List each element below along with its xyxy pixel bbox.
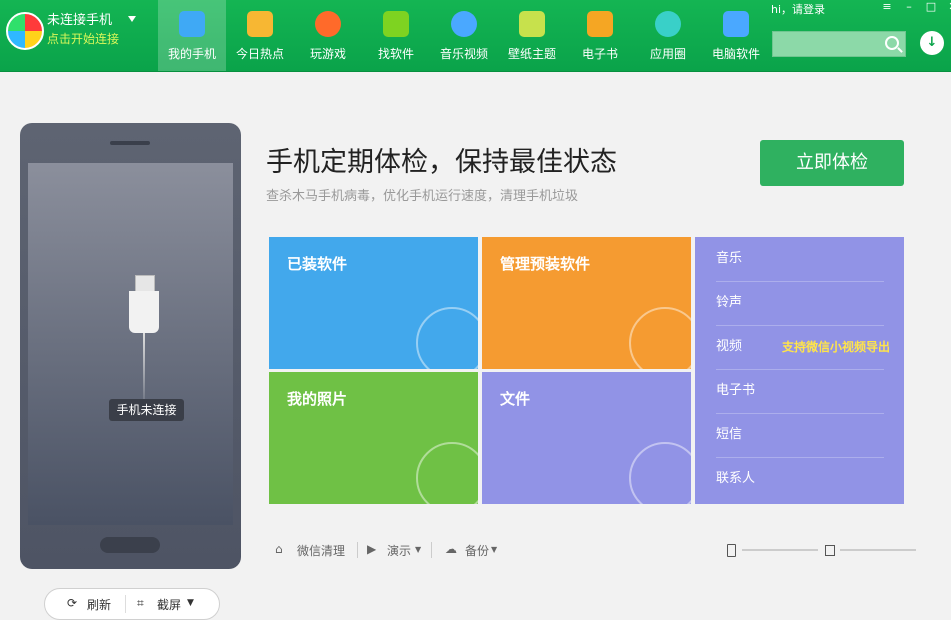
backup-button[interactable]: 备份	[465, 542, 489, 559]
phone-storage-bar	[742, 549, 818, 551]
media-item-contacts[interactable]: 联系人	[716, 457, 884, 501]
check-now-button[interactable]: 立即体检	[760, 140, 904, 186]
main-nav: 我的手机 今日热点 玩游戏 找软件 音乐视频 壁纸主题 电子书 应用圈 电脑软件	[158, 0, 770, 71]
book-icon	[587, 11, 613, 37]
divider	[431, 542, 432, 558]
nav-label: 我的手机	[167, 47, 216, 61]
media-item-ringtone[interactable]: 铃声	[716, 281, 884, 326]
app-logo	[6, 12, 44, 50]
nav-label: 应用圈	[649, 47, 686, 61]
phone-icon	[179, 11, 205, 37]
tile-label: 已装软件	[287, 255, 348, 273]
divider	[357, 542, 358, 558]
tile-label: 我的照片	[287, 390, 348, 408]
top-header: 未连接手机 点击开始连接 我的手机 今日热点 玩游戏 找软件 音乐视频 壁纸主题	[0, 0, 951, 72]
login-link[interactable]: hi，请登录	[771, 1, 825, 17]
nav-label: 电脑软件	[711, 47, 760, 61]
divider	[125, 595, 126, 613]
minimize-icon[interactable]: –	[902, 0, 916, 14]
chevron-down-icon[interactable]: ▼	[187, 598, 194, 608]
connect-link[interactable]: 点击开始连接	[47, 30, 119, 48]
nav-app-circle[interactable]: 应用圈	[634, 0, 702, 71]
nav-games[interactable]: 玩游戏	[294, 0, 362, 71]
media-list-tile: 音乐 铃声 视频 支持微信小视频导出 电子书 短信 联系人	[695, 237, 904, 504]
usb-body	[129, 291, 159, 333]
phone-preview: 手机未连接	[20, 123, 241, 569]
star-icon	[247, 11, 273, 37]
nav-ebook[interactable]: 电子书	[566, 0, 634, 71]
media-item-ebook[interactable]: 电子书	[716, 369, 884, 414]
chevron-down-icon[interactable]: ▼	[491, 545, 497, 554]
device-status-label: 未连接手机	[47, 13, 113, 28]
broom-icon[interactable]: ⌂	[275, 542, 283, 556]
nav-hot-today[interactable]: 今日热点	[226, 0, 294, 71]
nav-label: 壁纸主题	[507, 47, 556, 61]
wrench-icon	[629, 307, 691, 369]
tile-installed-apps[interactable]: 已装软件	[269, 237, 478, 369]
apps-grid-icon	[416, 307, 478, 369]
tile-files[interactable]: 文件	[482, 372, 691, 504]
photo-icon	[416, 442, 478, 504]
chevron-down-icon[interactable]	[128, 16, 136, 22]
crop-icon[interactable]: ⌗	[137, 596, 144, 611]
circle-icon	[655, 11, 681, 37]
tile-label: 管理预装软件	[500, 255, 591, 273]
refresh-button[interactable]: 刷新	[87, 596, 111, 613]
wechat-clean-button[interactable]: 微信清理	[297, 542, 345, 559]
tile-my-photos[interactable]: 我的照片	[269, 372, 478, 504]
nav-music-video[interactable]: 音乐视频	[430, 0, 498, 71]
demo-button[interactable]: 演示	[387, 542, 411, 559]
usb-icon	[127, 275, 161, 413]
nav-label: 找软件	[377, 47, 414, 61]
nav-find-software[interactable]: 找软件	[362, 0, 430, 71]
gamepad-icon	[315, 11, 341, 37]
sd-card-icon	[825, 545, 835, 556]
phone-storage-icon	[727, 544, 736, 557]
media-item-sms[interactable]: 短信	[716, 413, 884, 458]
nav-wallpaper[interactable]: 壁纸主题	[498, 0, 566, 71]
search-icon[interactable]	[885, 36, 899, 50]
nav-label: 今日热点	[235, 47, 284, 61]
nav-my-phone[interactable]: 我的手机	[158, 0, 226, 71]
maximize-icon[interactable]: □	[924, 0, 938, 14]
tile-preinstalled-apps[interactable]: 管理预装软件	[482, 237, 691, 369]
download-button[interactable]: ↓	[920, 31, 944, 55]
page-title: 手机定期体检，保持最佳状态	[266, 147, 617, 178]
page-subtitle: 查杀木马手机病毒，优化手机运行速度，清理手机垃圾	[266, 189, 579, 204]
phone-screen: 手机未连接	[28, 163, 233, 525]
phone-actions: ⟳ 刷新 ⌗ 截屏 ▼	[44, 588, 220, 620]
play-icon	[451, 11, 477, 37]
menu-icon[interactable]: ≡	[880, 0, 894, 14]
device-status[interactable]: 未连接手机 点击开始连接	[47, 12, 119, 48]
tile-label: 文件	[500, 390, 531, 408]
media-item-music[interactable]: 音乐	[716, 237, 884, 282]
phone-status-badge: 手机未连接	[109, 399, 184, 421]
wallpaper-icon	[519, 11, 545, 37]
window-controls: ≡ – □ ✕	[880, 0, 951, 14]
close-icon[interactable]: ✕	[946, 0, 951, 14]
nav-label: 电子书	[581, 47, 618, 61]
media-item-video[interactable]: 视频 支持微信小视频导出	[716, 325, 890, 370]
phone-speaker	[110, 141, 150, 145]
monitor-icon	[723, 11, 749, 37]
nav-label: 玩游戏	[309, 47, 346, 61]
folder-icon	[629, 442, 691, 504]
nav-pc-software[interactable]: 电脑软件	[702, 0, 770, 71]
play-icon[interactable]: ▶	[367, 542, 376, 556]
refresh-icon[interactable]: ⟳	[67, 596, 77, 610]
cloud-icon[interactable]: ☁	[445, 542, 457, 556]
chevron-down-icon[interactable]: ▼	[415, 545, 421, 554]
video-export-hint[interactable]: 支持微信小视频导出	[782, 325, 890, 369]
sd-storage-bar	[840, 549, 916, 551]
media-item-label: 视频	[716, 339, 743, 354]
search-input[interactable]	[772, 31, 906, 57]
nav-label: 音乐视频	[439, 47, 488, 61]
screenshot-button[interactable]: 截屏	[157, 596, 181, 613]
phone-home-button	[100, 537, 160, 553]
android-icon	[383, 11, 409, 37]
